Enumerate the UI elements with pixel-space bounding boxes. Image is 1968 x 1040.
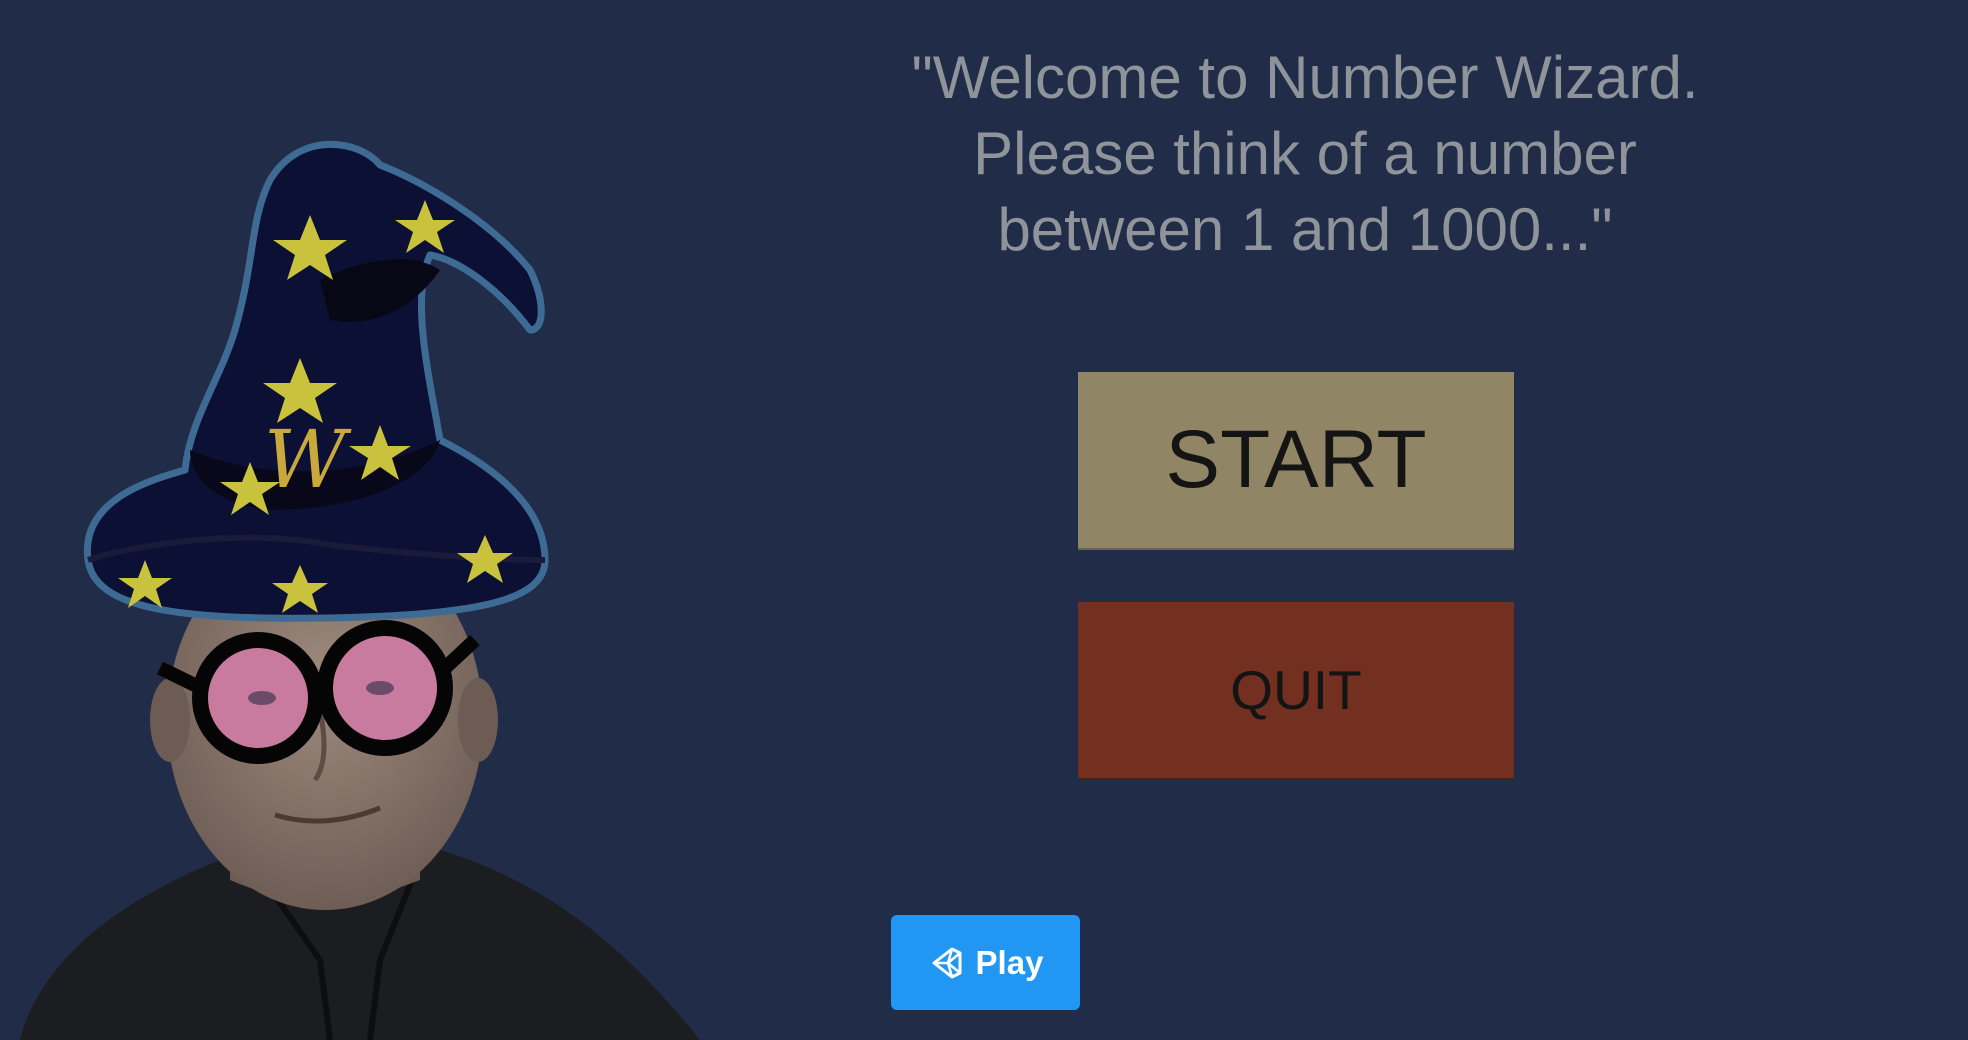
game-canvas: W "Welcome to Number Wizard. Please thin… [0,0,1968,1040]
hat-letter: W [264,413,352,506]
quit-button[interactable]: QUIT [1078,602,1514,778]
wizard-hat-icon: W [83,140,549,622]
start-button[interactable]: START [1078,372,1514,548]
play-label: Play [975,943,1044,981]
play-button[interactable]: Play [891,915,1080,1010]
welcome-prompt: "Welcome to Number Wizard. Please think … [911,44,1699,263]
wizard-character: W [20,140,700,1040]
unity-logo-icon [932,947,962,978]
